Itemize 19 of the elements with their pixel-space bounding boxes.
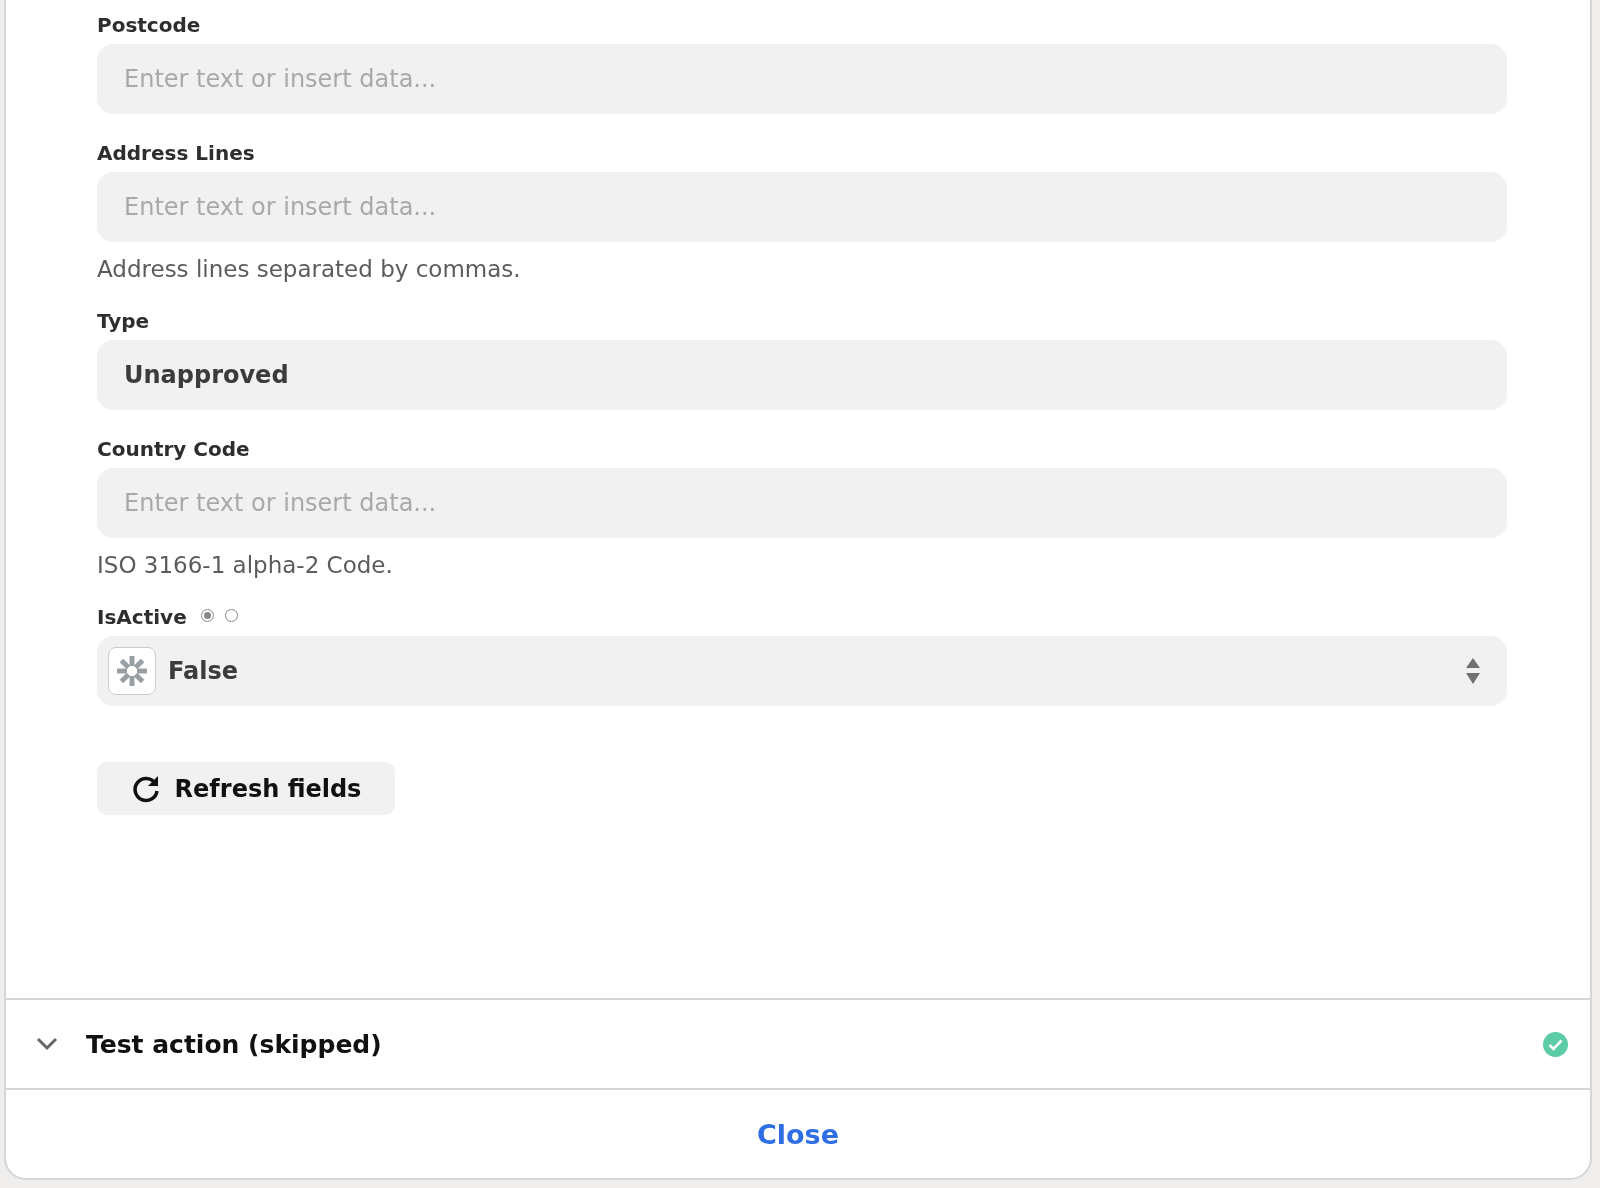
help-text: ISO 3166-1 alpha-2 Code.: [97, 552, 394, 578]
text-input-field[interactable]: Enter text or insert data...: [97, 44, 1507, 114]
field-label: Country Code: [97, 437, 250, 461]
field-label: Postcode: [97, 13, 201, 37]
field-label: IsActive: [97, 605, 187, 629]
close-link[interactable]: Close: [751, 1117, 845, 1151]
field-label: Address Lines: [97, 141, 255, 165]
text-input-field[interactable]: Enter text or insert data...: [97, 172, 1507, 242]
chevron-icon: [36, 1037, 58, 1051]
dropdown-field[interactable]: False: [97, 636, 1507, 706]
asterisk-icon: [108, 647, 156, 695]
refresh-fields-button[interactable]: Refresh fields: [97, 762, 395, 815]
text-input-field[interactable]: Enter text or insert data...: [97, 468, 1507, 538]
help-text: Address lines separated by commas.: [97, 256, 522, 282]
field-label: Type: [97, 309, 150, 333]
test-section-header[interactable]: Test action (skipped): [6, 998, 1590, 1090]
section-title: Test action (skipped): [86, 1029, 383, 1059]
text-input-field[interactable]: Unapproved: [97, 340, 1507, 410]
up-down-arrows-icon: [1465, 657, 1481, 685]
